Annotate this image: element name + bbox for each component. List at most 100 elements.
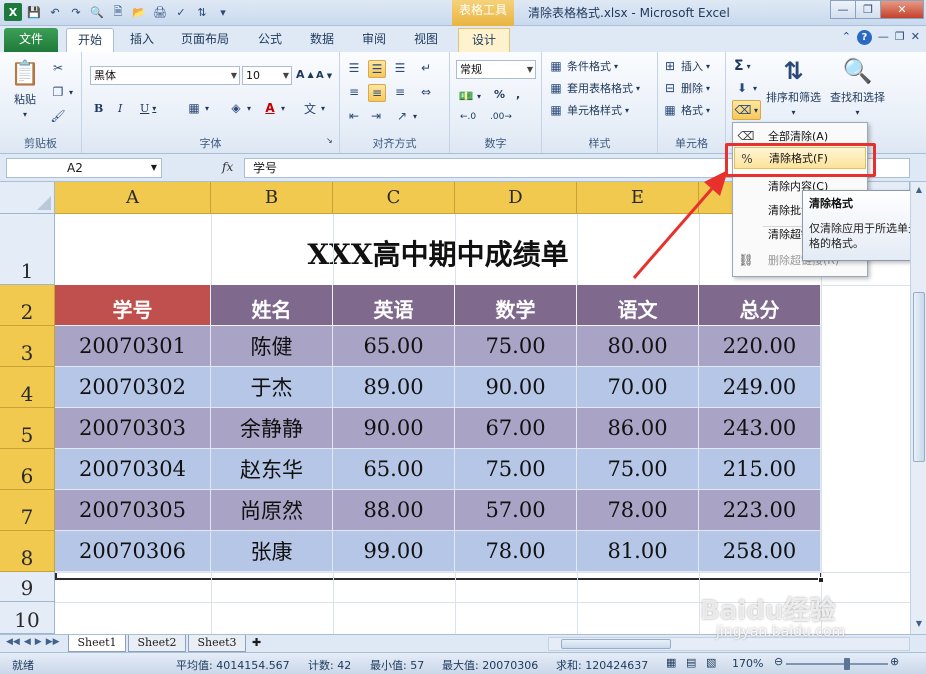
- column-header-a[interactable]: A: [55, 182, 211, 214]
- table-cell[interactable]: 90.00: [333, 408, 455, 449]
- table-cell[interactable]: 90.00: [455, 367, 577, 408]
- orientation-button[interactable]: ↗ ▾: [394, 108, 417, 124]
- font-dialog-launcher-icon[interactable]: ↘: [326, 136, 333, 145]
- column-header-c[interactable]: C: [333, 182, 455, 214]
- align-center-button[interactable]: ≡: [368, 84, 386, 102]
- row-header-2[interactable]: 2: [0, 285, 55, 326]
- table-cell[interactable]: 89.00: [333, 367, 455, 408]
- table-cell[interactable]: 99.00: [333, 531, 455, 572]
- tab-0[interactable]: 文件: [4, 28, 58, 52]
- horizontal-scroll-thumb[interactable]: [561, 639, 671, 649]
- table-cell[interactable]: 223.00: [699, 490, 821, 531]
- new-file-icon[interactable]: 🗎: [109, 3, 127, 21]
- table-cell[interactable]: 20070305: [55, 490, 211, 531]
- insert-sheet-icon[interactable]: ✚: [252, 636, 261, 649]
- copy-button[interactable]: ❐ ▾: [50, 84, 73, 100]
- sheet-title-cell[interactable]: XXX高中期中成绩单: [55, 214, 821, 285]
- table-cell[interactable]: 65.00: [333, 326, 455, 367]
- table-header-cell[interactable]: 学号: [55, 285, 211, 326]
- next-sheet-icon[interactable]: ▶: [35, 637, 42, 647]
- scroll-down-icon[interactable]: ▼: [913, 618, 925, 630]
- redo-icon[interactable]: ↷: [67, 3, 85, 21]
- decrease-decimal-button[interactable]: .00→: [490, 112, 512, 122]
- comma-button[interactable]: ,: [516, 88, 520, 101]
- print-icon[interactable]: 🖨: [151, 3, 169, 21]
- table-cell[interactable]: 20070303: [55, 408, 211, 449]
- insert-function-icon[interactable]: fx: [222, 160, 233, 174]
- align-left-button[interactable]: ≡: [346, 84, 362, 100]
- table-cell[interactable]: 86.00: [577, 408, 699, 449]
- sheet-tab-2[interactable]: Sheet2: [128, 635, 186, 652]
- sort-filter-button[interactable]: ⇅ 排序和筛选 ▾: [766, 56, 821, 117]
- table-cell[interactable]: 20070301: [55, 326, 211, 367]
- number-format-combo[interactable]: 常规 ▼: [456, 60, 536, 79]
- font-color-button[interactable]: A ▾: [262, 100, 285, 116]
- normal-view-icon[interactable]: ▦: [666, 656, 676, 669]
- spelling-icon[interactable]: ✓: [172, 3, 190, 21]
- open-folder-icon[interactable]: 📂: [130, 3, 148, 21]
- table-cell[interactable]: 70.00: [577, 367, 699, 408]
- tab-8[interactable]: 设计: [458, 28, 510, 52]
- row-header-5[interactable]: 5: [0, 408, 55, 449]
- table-header-cell[interactable]: 英语: [333, 285, 455, 326]
- doc-minimize-icon[interactable]: —: [878, 30, 889, 45]
- format-cells-button[interactable]: ▦ 格式 ▾: [662, 102, 710, 118]
- first-sheet-icon[interactable]: ◀◀: [6, 637, 20, 647]
- bold-button[interactable]: B: [94, 102, 103, 115]
- row-header-7[interactable]: 7: [0, 490, 55, 531]
- wrap-text-button[interactable]: ↵: [418, 60, 434, 76]
- column-header-d[interactable]: D: [455, 182, 577, 214]
- vertical-scrollbar[interactable]: ▲ ▼: [910, 182, 926, 634]
- table-cell[interactable]: 余静静: [211, 408, 333, 449]
- conditional-format-button[interactable]: ▦ 条件格式 ▾: [548, 58, 618, 74]
- close-icon[interactable]: ✕: [880, 0, 924, 19]
- sheet-tab-3[interactable]: Sheet3: [188, 635, 246, 652]
- tab-5[interactable]: 数据: [298, 28, 346, 52]
- cut-button[interactable]: ✂: [50, 60, 66, 76]
- row-header-1[interactable]: 1: [0, 214, 55, 285]
- zoom-level[interactable]: 170%: [732, 657, 763, 670]
- table-cell[interactable]: 78.00: [455, 531, 577, 572]
- fill-handle[interactable]: [818, 577, 824, 583]
- underline-button[interactable]: U ▾: [140, 102, 156, 115]
- row-header-8[interactable]: 8: [0, 531, 55, 572]
- merge-center-button[interactable]: ⇔: [418, 84, 434, 100]
- page-layout-view-icon[interactable]: ▤: [686, 656, 696, 669]
- sheet-tab-1[interactable]: Sheet1: [68, 635, 126, 652]
- table-cell[interactable]: 67.00: [455, 408, 577, 449]
- row-header-4[interactable]: 4: [0, 367, 55, 408]
- vertical-scroll-thumb[interactable]: [913, 292, 925, 462]
- minimize-ribbon-icon[interactable]: ⌃: [842, 30, 851, 45]
- italic-button[interactable]: I: [118, 102, 122, 115]
- increase-indent-button[interactable]: ⇥: [368, 108, 384, 124]
- scroll-up-icon[interactable]: ▲: [913, 184, 925, 196]
- table-cell[interactable]: 20070304: [55, 449, 211, 490]
- table-cell[interactable]: 75.00: [455, 449, 577, 490]
- table-cell[interactable]: 80.00: [577, 326, 699, 367]
- restore-icon[interactable]: ❐: [855, 0, 881, 19]
- print-preview-icon[interactable]: 🔍: [88, 3, 106, 21]
- tab-3[interactable]: 页面布局: [170, 28, 240, 52]
- table-cell[interactable]: 张康: [211, 531, 333, 572]
- table-cell[interactable]: 陈健: [211, 326, 333, 367]
- table-cell[interactable]: 78.00: [577, 490, 699, 531]
- grow-font-button[interactable]: A ▲: [296, 68, 314, 81]
- zoom-out-icon[interactable]: ⊖: [774, 655, 783, 668]
- column-header-e[interactable]: E: [577, 182, 699, 214]
- table-cell[interactable]: 65.00: [333, 449, 455, 490]
- table-cell[interactable]: 88.00: [333, 490, 455, 531]
- align-bottom-button[interactable]: ☰: [392, 60, 408, 76]
- doc-restore-icon[interactable]: ❐: [895, 30, 905, 45]
- table-header-cell[interactable]: 姓名: [211, 285, 333, 326]
- undo-icon[interactable]: ↶: [46, 3, 64, 21]
- font-name-combo[interactable]: 黑体 ▼: [90, 66, 240, 85]
- prev-sheet-icon[interactable]: ◀: [24, 637, 31, 647]
- help-icon[interactable]: ?: [856, 30, 872, 45]
- row-header-9[interactable]: 9: [0, 572, 55, 602]
- table-cell[interactable]: 于杰: [211, 367, 333, 408]
- last-sheet-icon[interactable]: ▶▶: [46, 637, 60, 647]
- table-header-cell[interactable]: 总分: [699, 285, 821, 326]
- sort-ascending-icon[interactable]: ⇅: [193, 3, 211, 21]
- table-cell[interactable]: 57.00: [455, 490, 577, 531]
- find-select-button[interactable]: 🔍 查找和选择 ▾: [830, 56, 885, 117]
